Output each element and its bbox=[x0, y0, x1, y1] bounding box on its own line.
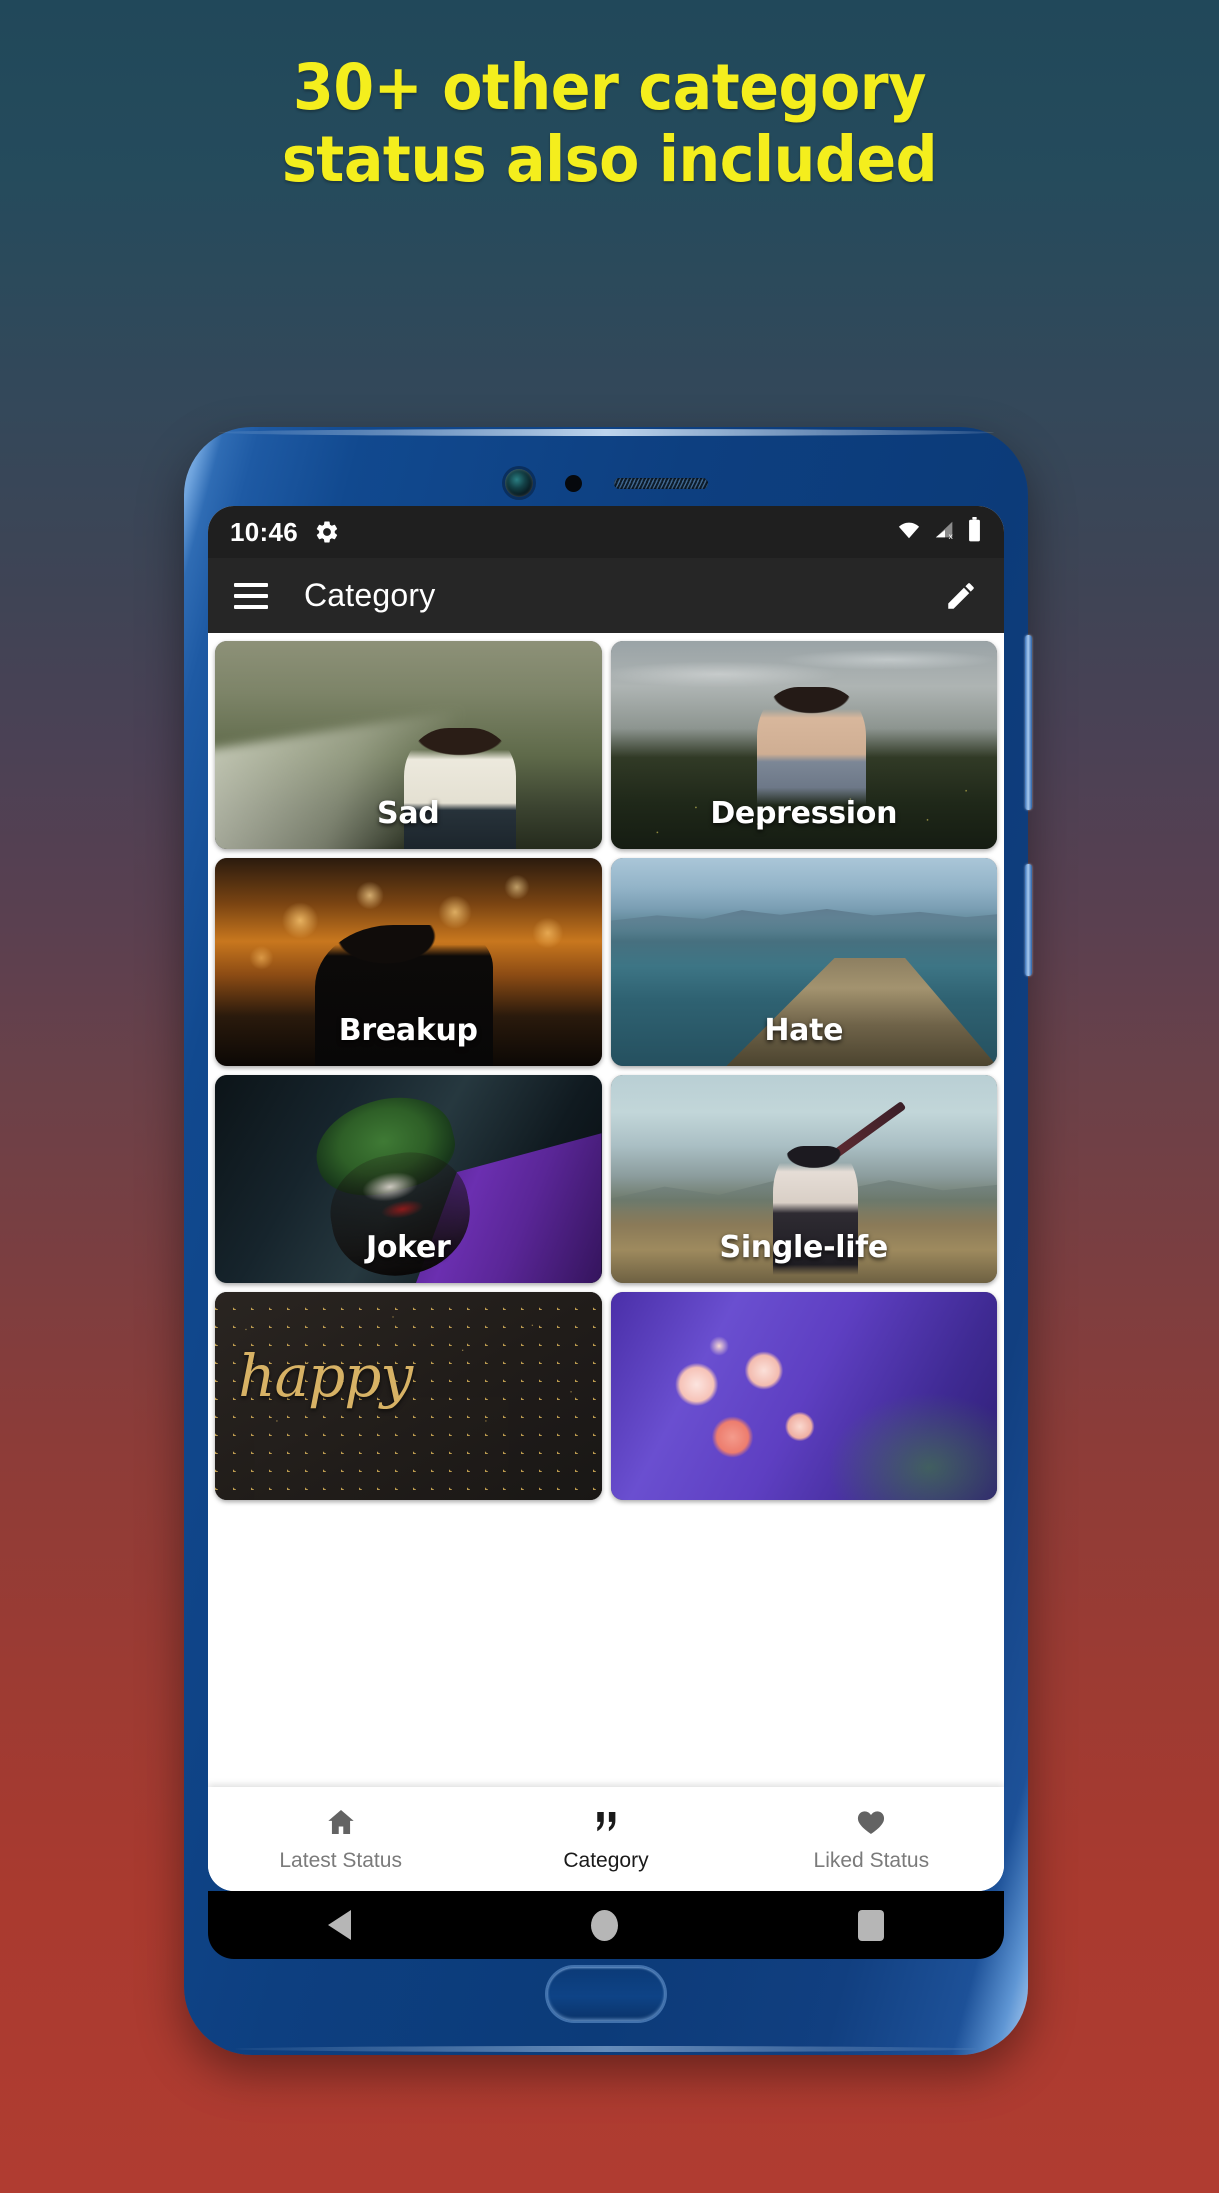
physical-home-button[interactable] bbox=[547, 1967, 665, 2021]
raised-arm-shape bbox=[831, 1100, 907, 1159]
gear-icon bbox=[314, 519, 340, 545]
hamburger-bar bbox=[234, 604, 268, 609]
edit-pencil-icon[interactable] bbox=[944, 579, 978, 613]
category-label: Joker bbox=[365, 1230, 451, 1265]
battery-full-icon bbox=[967, 516, 982, 548]
recents-square-icon[interactable] bbox=[858, 1909, 884, 1941]
status-bar-indicators: x bbox=[895, 516, 982, 548]
phone-screen: 10:46 x Category Sad Depression Breakup … bbox=[208, 506, 1004, 1891]
android-navigation-bar bbox=[208, 1891, 1004, 1959]
promo-line-1: 30+ other category bbox=[293, 51, 926, 124]
svg-text:x: x bbox=[949, 532, 954, 541]
category-card-breakup[interactable]: Breakup bbox=[215, 858, 602, 1066]
home-icon bbox=[325, 1806, 357, 1838]
bottom-nav-label: Latest Status bbox=[279, 1848, 402, 1872]
bottom-nav-label: Liked Status bbox=[813, 1848, 930, 1872]
status-bar: 10:46 x bbox=[208, 506, 1004, 558]
category-card-joker[interactable]: Joker bbox=[215, 1075, 602, 1283]
app-bar: Category bbox=[208, 558, 1004, 633]
page-title: Category bbox=[304, 577, 436, 613]
hamburger-bar bbox=[234, 593, 268, 598]
earpiece-grille-icon bbox=[613, 477, 708, 489]
back-triangle-icon[interactable] bbox=[328, 1910, 351, 1940]
volume-rocker-button[interactable] bbox=[1025, 635, 1032, 810]
home-circle-icon[interactable] bbox=[591, 1909, 618, 1941]
hamburger-menu-icon[interactable] bbox=[234, 582, 268, 609]
signal-no-sim-icon: x bbox=[932, 519, 958, 546]
proximity-sensor-icon bbox=[564, 474, 582, 492]
category-card-hate[interactable]: Hate bbox=[610, 858, 997, 1066]
category-grid: Sad Depression Breakup Hate Joker Single… bbox=[215, 641, 997, 1500]
category-card-happy[interactable]: happy bbox=[215, 1292, 602, 1500]
bottom-navigation-bar: Latest Status Category Liked Status bbox=[208, 1787, 1004, 1891]
bottom-nav-label: Category bbox=[563, 1848, 649, 1872]
category-grid-container[interactable]: Sad Depression Breakup Hate Joker Single… bbox=[208, 633, 1004, 1891]
phone-mockup: 10:46 x Category Sad Depression Breakup … bbox=[184, 427, 1032, 2055]
category-label: Sad bbox=[377, 796, 440, 831]
phone-sensor-row bbox=[184, 469, 1028, 497]
category-card-sad[interactable]: Sad bbox=[215, 641, 602, 849]
hamburger-bar bbox=[234, 582, 268, 587]
category-card-single-life[interactable]: Single-life bbox=[610, 1075, 997, 1283]
promo-line-2: status also included bbox=[281, 122, 938, 196]
camera-lens-icon bbox=[504, 469, 533, 497]
promo-headline: 30+ other category status also included bbox=[43, 52, 1177, 196]
wifi-icon bbox=[895, 519, 923, 546]
happy-script-text: happy bbox=[238, 1341, 413, 1410]
power-button[interactable] bbox=[1025, 864, 1032, 976]
quote-icon bbox=[591, 1806, 621, 1838]
category-label: Breakup bbox=[338, 1013, 478, 1048]
bottom-nav-item-category[interactable]: Category bbox=[473, 1787, 738, 1891]
category-label: Hate bbox=[764, 1013, 844, 1048]
category-card-flowers[interactable] bbox=[610, 1292, 997, 1500]
category-label: Single-life bbox=[719, 1230, 889, 1265]
category-card-depression[interactable]: Depression bbox=[610, 641, 997, 849]
bottom-nav-item-liked-status[interactable]: Liked Status bbox=[739, 1787, 1004, 1891]
bottom-nav-item-latest-status[interactable]: Latest Status bbox=[208, 1787, 473, 1891]
category-thumbnail bbox=[610, 1292, 997, 1500]
heart-icon bbox=[855, 1806, 887, 1838]
status-bar-time: 10:46 bbox=[230, 516, 298, 547]
category-label: Depression bbox=[710, 796, 898, 831]
